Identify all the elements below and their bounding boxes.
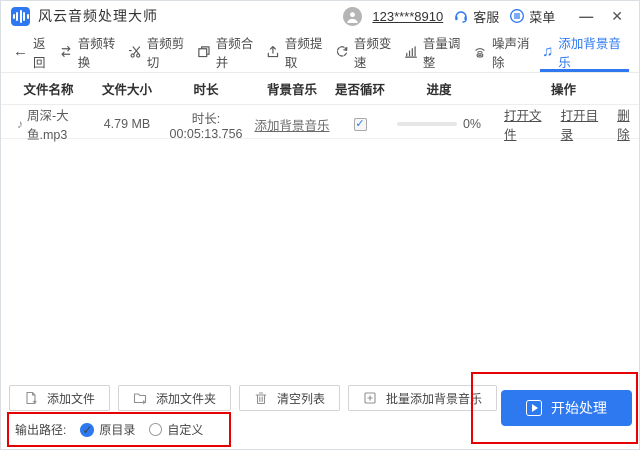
volume-bars-icon	[405, 46, 417, 58]
toolbar: ← 返回 音频转换 音频剪切 音频合并 音频提取 音频变速 音量调整 噪声消除 …	[1, 31, 639, 73]
scissors-icon	[128, 46, 141, 58]
add-folder-label: 添加文件夹	[156, 391, 217, 406]
swap-arrows-icon	[61, 46, 71, 57]
col-header-filesize: 文件大小	[101, 83, 152, 97]
toolbar-audio-extract[interactable]: 音频提取	[264, 31, 333, 72]
app-logo-audio-bars-icon	[11, 6, 30, 26]
batch-add-icon	[364, 392, 376, 404]
radio-selected-icon: ✓	[80, 422, 95, 437]
add-folder-button[interactable]: 添加文件夹	[118, 385, 232, 411]
clear-list-button[interactable]: 清空列表	[239, 385, 341, 411]
close-button[interactable]: ✕	[607, 9, 627, 23]
add-file-icon	[26, 391, 37, 405]
col-header-actions: 操作	[550, 83, 576, 97]
minimize-button[interactable]: —	[575, 9, 597, 23]
clear-list-label: 清空列表	[277, 391, 326, 406]
radio-custom-dir-label: 自定义	[167, 423, 204, 437]
file-name: 周深-大鱼.mp3	[27, 109, 69, 142]
loop-checkbox[interactable]: ✓	[353, 117, 367, 131]
table-row: ♪ 周深-大鱼.mp3 4.79 MB 时长: 00:05:13.756 添加背…	[1, 105, 639, 142]
col-header-progress: 进度	[426, 83, 452, 97]
start-processing-button[interactable]: 开始处理	[501, 390, 632, 426]
table-header-row: 文件名称 文件大小 时长 背景音乐 是否循环 进度 操作	[1, 73, 639, 105]
toolbar-add-bgm-active-tab[interactable]: ♫ 添加背景音乐	[540, 31, 629, 72]
user-avatar-icon[interactable]	[343, 6, 363, 26]
toolbar-back-label: 返回	[33, 36, 46, 70]
output-path-row: 输出路径: ✓ 原目录 自定义	[15, 421, 203, 438]
batch-add-bgm-label: 批量添加背景音乐	[386, 391, 483, 406]
add-file-button[interactable]: 添加文件	[9, 385, 111, 411]
toolbar-audio-cut-label: 音频剪切	[146, 36, 185, 70]
toolbar-audio-cut[interactable]: 音频剪切	[126, 31, 195, 72]
menu-button[interactable]: 菜单	[509, 7, 555, 26]
radio-original-dir[interactable]: ✓ 原目录	[80, 421, 135, 438]
support-label: 客服	[473, 9, 500, 25]
file-size: 4.79 MB	[103, 117, 151, 131]
titlebar: 风云音频处理大师 123****8910 客服 菜单 — ✕	[1, 1, 639, 31]
radio-unselected-icon	[149, 423, 163, 436]
account-number-link[interactable]: 123****8910	[372, 9, 443, 24]
toolbar-audio-merge[interactable]: 音频合并	[195, 31, 264, 72]
toolbar-add-bgm-label: 添加背景音乐	[558, 36, 621, 70]
app-title: 风云音频处理大师	[38, 8, 158, 24]
delete-link[interactable]: 删除	[617, 105, 639, 143]
support-button[interactable]: 客服	[453, 7, 499, 26]
open-folder-link[interactable]: 打开目录	[561, 105, 605, 143]
progress-bar	[396, 122, 457, 126]
radio-original-dir-label: 原目录	[99, 423, 136, 437]
progress-label: 0%	[462, 117, 482, 131]
back-arrow-icon: ←	[13, 43, 28, 60]
circled-menu-icon	[510, 9, 525, 23]
file-music-note-icon: ♪	[17, 117, 23, 131]
batch-add-bgm-button[interactable]: 批量添加背景音乐	[348, 385, 498, 411]
file-duration: 时长: 00:05:13.756	[169, 111, 243, 141]
toolbar-denoise-label: 噪声消除	[491, 36, 530, 70]
denoise-waves-icon	[475, 48, 485, 58]
toolbar-audio-extract-label: 音频提取	[284, 36, 323, 70]
col-header-filename: 文件名称	[23, 83, 74, 97]
col-header-duration: 时长	[193, 83, 219, 97]
radio-custom-dir[interactable]: 自定义	[149, 421, 203, 438]
col-header-loop: 是否循环	[334, 83, 385, 97]
extract-upload-icon	[267, 46, 279, 58]
app-window: 风云音频处理大师 123****8910 客服 菜单 — ✕ ← 返回 音频转换…	[0, 0, 640, 450]
toolbar-volume-adjust[interactable]: 音量调整	[402, 31, 471, 72]
trash-icon	[255, 392, 267, 405]
merge-squares-icon	[198, 46, 210, 58]
toolbar-audio-convert[interactable]: 音频转换	[57, 31, 126, 72]
speed-cycle-icon	[336, 46, 348, 57]
output-path-label: 输出路径:	[15, 423, 67, 437]
add-folder-icon	[133, 393, 147, 405]
add-bgm-link[interactable]: 添加背景音乐	[254, 119, 329, 133]
play-icon	[526, 400, 542, 416]
menu-label: 菜单	[529, 9, 556, 25]
start-processing-label: 开始处理	[551, 400, 607, 416]
toolbar-audio-speed[interactable]: 音频变速	[333, 31, 402, 72]
add-file-label: 添加文件	[47, 391, 96, 406]
toolbar-back[interactable]: ← 返回	[11, 31, 57, 72]
toolbar-audio-merge-label: 音频合并	[215, 36, 254, 70]
col-header-bgm: 背景音乐	[266, 83, 317, 97]
footer-buttons: 添加文件 添加文件夹 清空列表 批量添加背景音乐	[9, 385, 498, 411]
headset-icon	[455, 11, 468, 23]
music-note-icon: ♫	[542, 43, 554, 60]
toolbar-audio-convert-label: 音频转换	[77, 36, 116, 70]
open-file-link[interactable]: 打开文件	[504, 105, 548, 143]
toolbar-denoise[interactable]: 噪声消除	[471, 31, 540, 72]
toolbar-audio-speed-label: 音频变速	[353, 36, 392, 70]
toolbar-volume-adjust-label: 音量调整	[422, 36, 461, 70]
